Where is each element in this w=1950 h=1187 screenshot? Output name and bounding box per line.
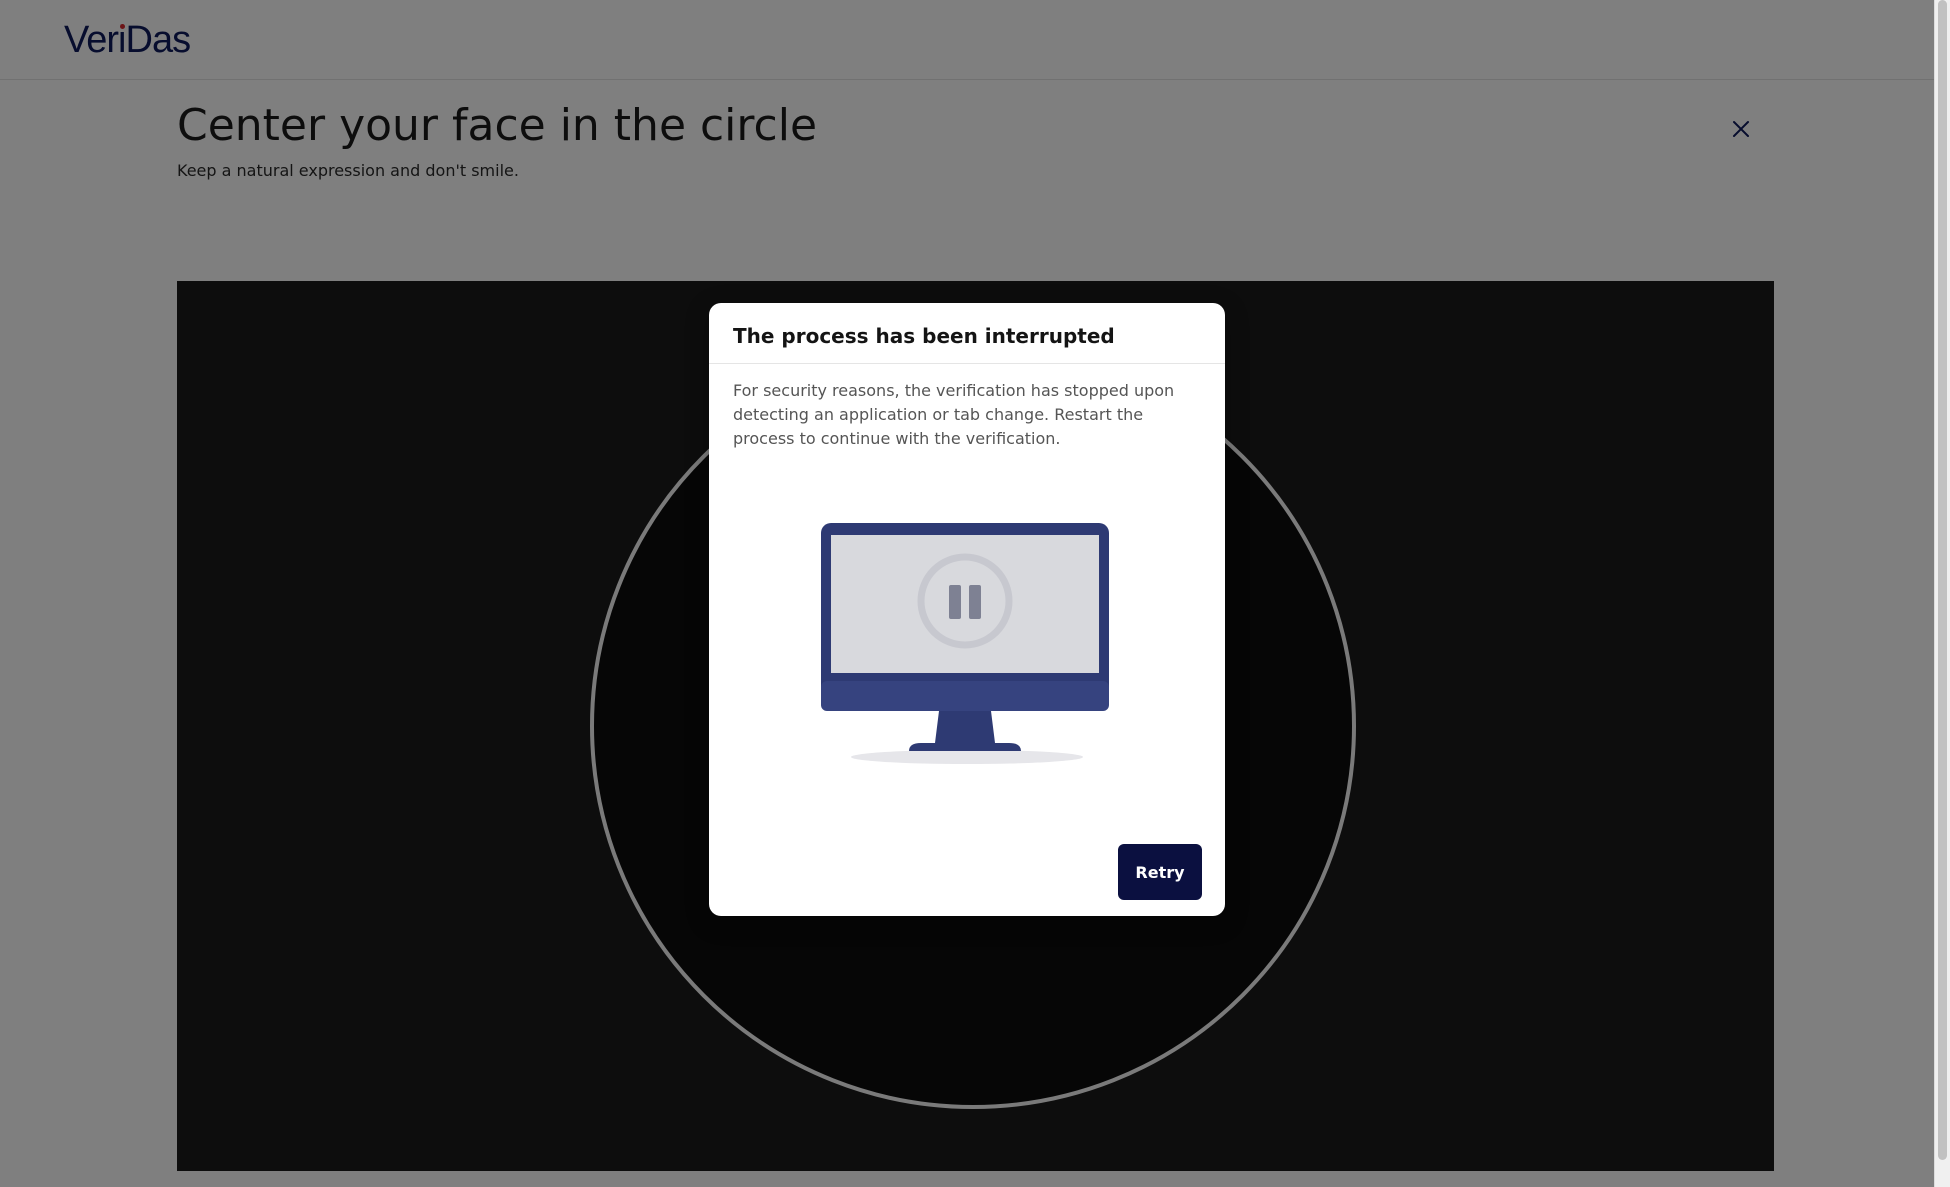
paused-monitor-icon (821, 523, 1109, 764)
dialog-divider (709, 363, 1225, 364)
dialog-message: For security reasons, the verification h… (733, 381, 1175, 448)
retry-button[interactable]: Retry (1118, 844, 1202, 900)
scrollbar-thumb[interactable] (1938, 0, 1947, 1160)
interruption-dialog: The process has been interrupted For sec… (709, 303, 1225, 916)
dialog-title: The process has been interrupted (733, 324, 1115, 348)
page-scrollbar[interactable] (1934, 0, 1950, 1187)
